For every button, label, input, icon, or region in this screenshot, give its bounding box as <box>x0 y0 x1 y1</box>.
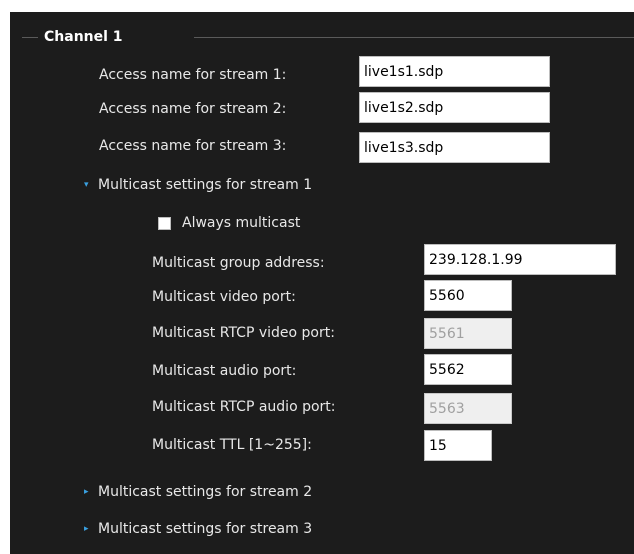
access-name-stream-2-input[interactable] <box>359 92 550 123</box>
multicast-video-port-input[interactable] <box>424 280 512 311</box>
chevron-right-icon: ▸ <box>84 487 89 497</box>
access-name-stream-1-input[interactable] <box>359 56 550 87</box>
multicast-ttl-input[interactable] <box>424 430 492 461</box>
access-name-stream-2-label: Access name for stream 2: <box>99 101 287 117</box>
chevron-right-icon: ▸ <box>84 524 89 534</box>
always-multicast-checkbox[interactable] <box>158 217 171 230</box>
access-name-stream-1-label: Access name for stream 1: <box>99 67 287 83</box>
access-name-stream-3-label: Access name for stream 3: <box>99 138 287 154</box>
multicast-stream-2-toggle[interactable]: ▸ Multicast settings for stream 2 <box>84 483 312 501</box>
channel-title: Channel 1 <box>44 29 123 45</box>
fieldset-border-left <box>22 37 38 38</box>
multicast-group-address-input[interactable] <box>424 244 616 275</box>
multicast-stream-2-toggle-label: Multicast settings for stream 2 <box>98 484 313 500</box>
always-multicast-label: Always multicast <box>182 215 301 231</box>
fieldset-border-right <box>194 37 634 38</box>
multicast-rtcp-audio-port-input <box>424 393 512 424</box>
multicast-audio-port-label: Multicast audio port: <box>152 363 297 379</box>
multicast-rtcp-audio-port-label: Multicast RTCP audio port: <box>152 399 336 415</box>
multicast-stream-3-toggle[interactable]: ▸ Multicast settings for stream 3 <box>84 520 312 538</box>
multicast-rtcp-video-port-input <box>424 318 512 349</box>
multicast-stream-1-toggle[interactable]: ▾ Multicast settings for stream 1 <box>84 176 312 194</box>
multicast-stream-1-toggle-label: Multicast settings for stream 1 <box>98 177 313 193</box>
multicast-rtcp-video-port-label: Multicast RTCP video port: <box>152 325 335 341</box>
channel-settings-panel: Channel 1 Access name for stream 1: Acce… <box>10 12 634 554</box>
multicast-ttl-label: Multicast TTL [1~255]: <box>152 437 312 453</box>
multicast-group-address-label: Multicast group address: <box>152 255 325 271</box>
access-name-stream-3-input[interactable] <box>359 132 550 163</box>
chevron-down-icon: ▾ <box>84 180 89 190</box>
multicast-stream-3-toggle-label: Multicast settings for stream 3 <box>98 521 313 537</box>
multicast-audio-port-input[interactable] <box>424 354 512 385</box>
multicast-video-port-label: Multicast video port: <box>152 289 296 305</box>
